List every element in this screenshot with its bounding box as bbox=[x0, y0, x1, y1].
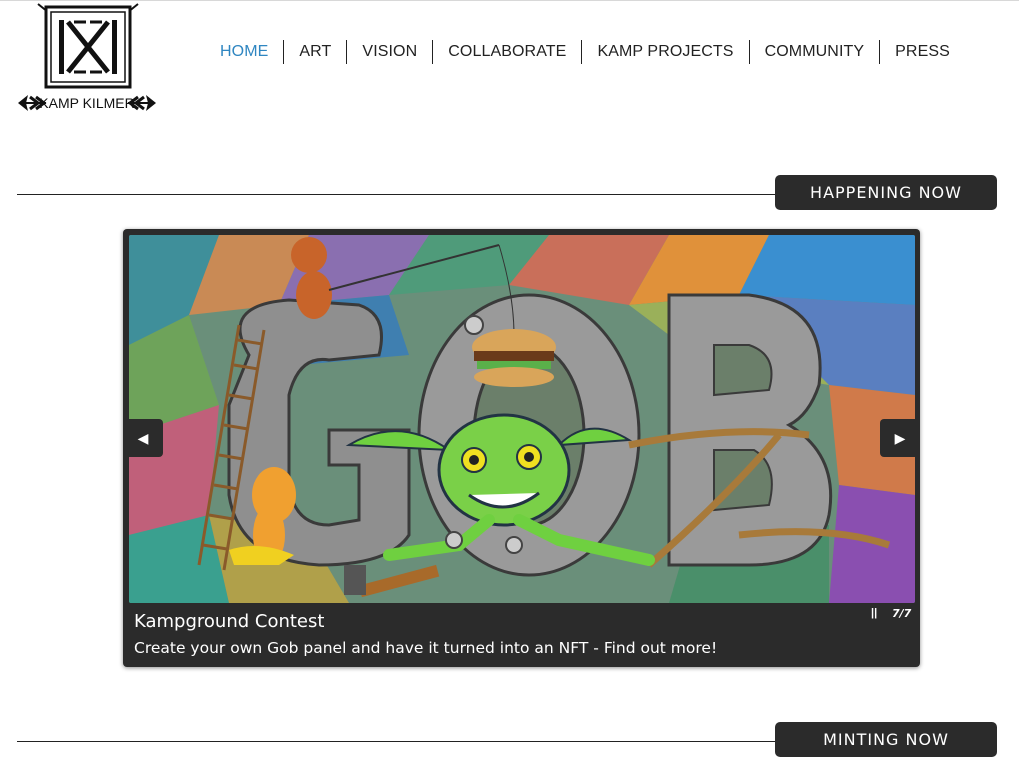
slide-counter: 7/7 bbox=[892, 607, 912, 620]
pause-icon[interactable]: || bbox=[871, 607, 877, 619]
nav-community[interactable]: COMMUNITY bbox=[750, 43, 880, 61]
chevron-left-icon: ◀ bbox=[137, 429, 149, 446]
chevron-right-icon: ▶ bbox=[894, 429, 906, 446]
next-slide-button[interactable]: ▶ bbox=[880, 419, 920, 457]
nav-press[interactable]: PRESS bbox=[880, 43, 965, 61]
slide-description[interactable]: Create your own Gob panel and have it tu… bbox=[134, 639, 717, 657]
slideshow[interactable]: ◀ ▶ Kampground Contest Create your own G… bbox=[123, 229, 920, 667]
kamp-kilmer-logo[interactable]: KAMP KILMER bbox=[16, 0, 158, 122]
svg-text:KAMP KILMER: KAMP KILMER bbox=[39, 95, 134, 111]
nav-home[interactable]: HOME bbox=[205, 43, 283, 61]
happening-now-badge: HAPPENING NOW bbox=[775, 175, 997, 210]
slide-title[interactable]: Kampground Contest bbox=[134, 611, 324, 632]
nav-art[interactable]: ART bbox=[284, 43, 346, 61]
main-nav: HOME ART VISION COLLABORATE KAMP PROJECT… bbox=[205, 40, 965, 64]
nav-kamp-projects[interactable]: KAMP PROJECTS bbox=[582, 43, 748, 61]
nav-collaborate[interactable]: COLLABORATE bbox=[433, 43, 581, 61]
section-divider bbox=[17, 741, 777, 742]
section-divider bbox=[17, 194, 777, 195]
minting-now-badge: MINTING NOW bbox=[775, 722, 997, 757]
slide-image[interactable] bbox=[129, 235, 915, 603]
prev-slide-button[interactable]: ◀ bbox=[123, 419, 163, 457]
nav-vision[interactable]: VISION bbox=[347, 43, 432, 61]
